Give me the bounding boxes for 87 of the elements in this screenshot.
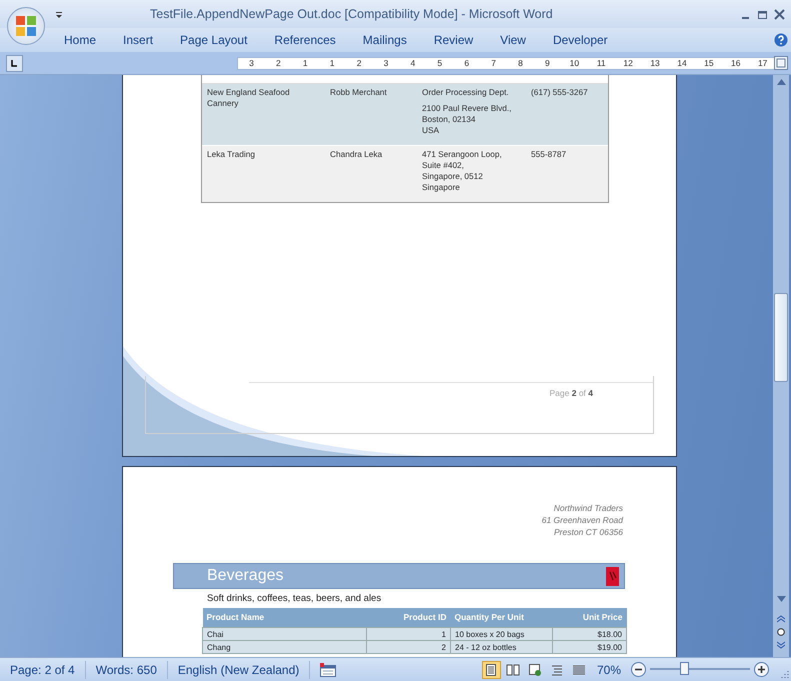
vertical-scrollbar[interactable] (773, 75, 789, 657)
ribbon-tab[interactable]: Insert (123, 31, 172, 49)
section-title: Beverages (207, 566, 284, 586)
zoom-slider-thumb[interactable] (680, 662, 689, 675)
ruler-number: 1 (302, 58, 309, 69)
table-cell: Chang (202, 640, 366, 654)
ruler-number: 1 (328, 58, 336, 69)
ruler-number: 2 (356, 58, 362, 69)
zoom-level[interactable]: 70% (596, 660, 621, 678)
ruler-number: 16 (730, 58, 742, 69)
table-cell-text: 555-8787 (531, 149, 568, 160)
ruler-number: 14 (676, 58, 688, 69)
column-header: Product Name (202, 608, 366, 628)
page-count[interactable]: Page: 2 of 4 (0, 660, 86, 678)
table-cell-text: (617) 555-3267 (531, 87, 589, 98)
ruler-number: 2 (274, 58, 282, 69)
scroll-down-icon[interactable] (776, 596, 786, 602)
window-title: TestFile.AppendNewPage Out.doc [Compatibility Mode] - Microsoft Word (150, 6, 553, 23)
calendar-icon[interactable] (320, 662, 336, 676)
ruler-number: 10 (568, 58, 580, 69)
ribbon-tab[interactable]: Mailings (362, 31, 425, 49)
language-status[interactable]: English (New Zealand) (168, 660, 310, 678)
ribbon-tab[interactable]: References (274, 31, 354, 49)
ruler-number: 6 (463, 58, 470, 69)
maximize-icon[interactable] (757, 8, 768, 20)
page-number-footer: Page 2 of 4 (146, 387, 653, 400)
browse-object-icon[interactable] (777, 628, 785, 636)
ruler-number: 7 (490, 58, 497, 69)
document-icon (606, 566, 619, 586)
table-cell: 10 boxes x 20 bags (450, 628, 552, 640)
view-button[interactable] (482, 660, 501, 678)
ruler-number: 12 (622, 58, 634, 69)
tab-selector-icon[interactable] (6, 55, 23, 72)
address-line: 61 Greenhaven Road (540, 514, 623, 526)
table-cell-text: Chandra Leka (330, 149, 384, 160)
office-button[interactable] (7, 7, 45, 45)
section-description: Soft drinks, coffees, teas, beers, and ales (207, 592, 382, 606)
address-line: Preston CT 06356 (553, 526, 623, 538)
ruler-number: 9 (544, 58, 551, 69)
ribbon-tab[interactable]: Page Layout (180, 31, 266, 49)
column-header: Unit Price (552, 608, 626, 628)
table-cell-text: 471 Serangoon Loop, Suite #402, Singapore, 0512 Singapore (422, 149, 503, 193)
table-cell: $19.00 (552, 640, 626, 654)
scroll-up-icon[interactable] (776, 79, 786, 85)
table-cell: 2 (366, 640, 450, 654)
table-cell-text: 2100 Paul Revere Blvd., Boston, 02134 USA (422, 103, 512, 136)
view-ruler-icon[interactable] (774, 56, 788, 70)
ruler-number: 4 (410, 58, 416, 69)
ruler-number: 15 (703, 58, 715, 69)
zoom-in-button[interactable] (754, 662, 769, 677)
ruler-number: 17 (756, 58, 768, 69)
ribbon-tab[interactable]: Developer (552, 31, 626, 49)
reading-layout-icon (506, 662, 520, 676)
table-cell: 24 - 12 oz bottles (450, 640, 552, 654)
ribbon-tab[interactable]: View (500, 31, 544, 49)
draft-icon (572, 662, 586, 676)
table-cell-text: Robb Merchant (330, 87, 388, 98)
print-layout-icon (484, 662, 498, 676)
previous-page-icon[interactable] (777, 615, 785, 623)
column-header: Product ID (366, 608, 450, 628)
address-line: Northwind Traders (552, 502, 623, 514)
plus-icon (757, 665, 766, 674)
office-logo-icon (14, 14, 38, 38)
outline-icon (550, 662, 564, 676)
table-cell-text: Leka Trading (207, 149, 256, 160)
table-cell: $18.00 (552, 628, 626, 640)
table-cell-text: New England Seafood Cannery (207, 87, 291, 109)
scrollbar-thumb[interactable] (774, 293, 788, 382)
ruler-number: 5 (436, 58, 444, 69)
column-header: Quantity Per Unit (450, 608, 552, 628)
ruler-number: 8 (517, 58, 524, 69)
horizontal-ruler[interactable]: 3 2 1 1 2 3 4 5 6 7 8 9 10 11 12 13 14 15 16 17 (237, 57, 777, 70)
table-cell-text: Order Processing Dept. (422, 87, 510, 98)
ruler-number: 3 (248, 58, 255, 69)
close-icon[interactable] (774, 8, 785, 20)
table-cell: 1 (366, 628, 450, 640)
next-page-icon[interactable] (777, 641, 785, 649)
zoom-out-button[interactable] (631, 662, 646, 677)
web-layout-icon (528, 662, 542, 676)
table-cell: Chai (202, 628, 366, 640)
ribbon-tab[interactable]: Home (64, 31, 114, 49)
ruler-number: 3 (382, 58, 390, 69)
word-count[interactable]: Words: 650 (86, 660, 168, 678)
ribbon-tab[interactable]: Review (434, 31, 492, 49)
help-icon[interactable] (774, 33, 788, 47)
ruler-number: 11 (596, 58, 607, 69)
ruler-number: 13 (649, 58, 661, 69)
